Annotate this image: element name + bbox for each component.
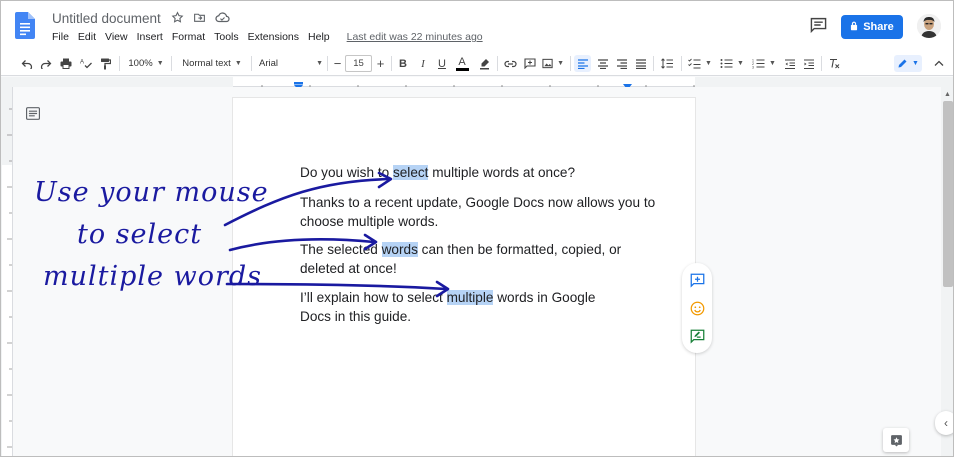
avatar[interactable] xyxy=(917,14,941,38)
menu-insert[interactable]: Insert xyxy=(137,31,168,43)
paragraph-text: The selected xyxy=(300,242,382,257)
numbered-list-icon[interactable]: 1 2 3 ▼ xyxy=(751,55,777,72)
line-spacing-icon[interactable] xyxy=(659,55,675,72)
selected-word[interactable]: multiple xyxy=(446,290,494,305)
svg-text:A: A xyxy=(80,60,84,66)
chevron-down-icon: ▼ xyxy=(737,60,744,67)
document-title[interactable]: Untitled document xyxy=(52,11,161,26)
paragraph-text: I’ll explain how to select xyxy=(300,290,447,305)
link-icon[interactable] xyxy=(503,55,517,72)
spellcheck-icon[interactable]: A xyxy=(79,55,93,72)
vertical-scrollbar[interactable]: ▲ xyxy=(941,87,953,456)
show-side-panel-button[interactable]: ‹ xyxy=(935,411,953,435)
last-edit-link[interactable]: Last edit was 22 minutes ago xyxy=(347,31,483,43)
header: Untitled document File Edit View Insert … xyxy=(1,1,953,51)
docs-logo-icon[interactable] xyxy=(15,12,35,39)
menu-file[interactable]: File xyxy=(52,31,74,43)
menu-bar: File Edit View Insert Format Tools Exten… xyxy=(52,31,483,43)
menu-view[interactable]: View xyxy=(105,31,133,43)
chevron-left-icon: ‹ xyxy=(944,416,948,430)
svg-text:3: 3 xyxy=(752,66,754,70)
chevron-down-icon: ▼ xyxy=(557,60,564,67)
underline-icon[interactable]: U xyxy=(436,55,448,72)
zoom-select[interactable]: 100% ▼ xyxy=(127,55,165,72)
italic-icon[interactable]: I xyxy=(417,55,429,72)
style-value: Normal text xyxy=(182,58,231,69)
style-select[interactable]: Normal text ▼ xyxy=(179,55,245,72)
star-icon[interactable] xyxy=(171,11,184,24)
font-size-input[interactable]: 15 xyxy=(345,55,372,72)
align-right-icon[interactable] xyxy=(615,55,629,72)
bold-icon[interactable]: B xyxy=(397,55,409,72)
chevron-down-icon: ▼ xyxy=(156,60,164,67)
scroll-thumb[interactable] xyxy=(943,101,953,287)
share-button[interactable]: Share xyxy=(841,15,903,39)
paragraph-3[interactable]: The selected words can then be formatted… xyxy=(300,240,660,278)
increase-indent-icon[interactable] xyxy=(802,55,816,72)
lock-icon xyxy=(850,21,858,34)
justify-icon[interactable] xyxy=(634,55,648,72)
clear-formatting-icon[interactable] xyxy=(827,55,841,72)
bulleted-list-icon[interactable]: ▼ xyxy=(719,55,745,72)
checklist-icon[interactable]: ▼ xyxy=(687,55,713,72)
selected-word[interactable]: select xyxy=(392,165,429,180)
font-select[interactable]: Arial ▼ xyxy=(259,55,323,72)
undo-icon[interactable] xyxy=(20,55,34,72)
menu-format[interactable]: Format xyxy=(172,31,210,43)
document-outline-icon[interactable] xyxy=(26,107,40,120)
app-window: Untitled document File Edit View Insert … xyxy=(0,0,954,457)
menu-help[interactable]: Help xyxy=(308,31,335,43)
vertical-ruler[interactable] xyxy=(1,87,13,456)
paint-format-icon[interactable] xyxy=(98,55,112,72)
move-folder-icon[interactable] xyxy=(193,11,206,24)
emoji-reaction-icon[interactable] xyxy=(690,301,705,316)
decrease-indent-icon[interactable] xyxy=(783,55,797,72)
share-label: Share xyxy=(863,21,894,33)
redo-icon[interactable] xyxy=(39,55,53,72)
chevron-down-icon: ▼ xyxy=(316,60,323,67)
floating-actions xyxy=(682,263,712,353)
suggest-edits-icon[interactable] xyxy=(690,329,705,344)
paragraph-2[interactable]: Thanks to a recent update, Google Docs n… xyxy=(300,193,660,231)
toolbar: A 100% ▼ Normal text ▼ Arial ▼ − 15 + B I U… xyxy=(1,51,953,76)
add-comment-icon[interactable] xyxy=(690,273,705,288)
selected-word[interactable]: words xyxy=(381,242,418,257)
annotation-line-2: to select xyxy=(77,219,203,250)
align-center-icon[interactable] xyxy=(596,55,610,72)
explore-button[interactable] xyxy=(883,428,909,452)
explore-icon xyxy=(890,434,902,446)
menu-edit[interactable]: Edit xyxy=(78,31,101,43)
paragraph-1[interactable]: Do you wish to select multiple words at … xyxy=(300,163,660,182)
zoom-value: 100% xyxy=(128,58,153,69)
comment-history-icon[interactable] xyxy=(810,17,827,34)
print-icon[interactable] xyxy=(59,55,73,72)
increase-font-size-button[interactable]: + xyxy=(375,55,386,72)
chevron-down-icon: ▼ xyxy=(705,60,712,67)
scroll-up-icon[interactable]: ▲ xyxy=(944,91,951,98)
paragraph-4[interactable]: I’ll explain how to select multiple word… xyxy=(300,288,630,326)
cloud-status-icon[interactable] xyxy=(215,11,230,24)
annotation-line-1: Use your mouse xyxy=(34,177,269,208)
paragraph-text: multiple words at once? xyxy=(428,165,576,180)
insert-comment-icon[interactable] xyxy=(523,55,537,72)
chevron-down-icon: ▼ xyxy=(769,60,776,67)
collapse-toolbar-icon[interactable] xyxy=(933,55,945,72)
align-left-icon[interactable] xyxy=(574,55,591,72)
menu-tools[interactable]: Tools xyxy=(214,31,244,43)
text-color-icon[interactable]: A xyxy=(455,55,469,72)
menu-extensions[interactable]: Extensions xyxy=(248,31,304,43)
editing-mode-select[interactable]: ▼ xyxy=(894,55,922,72)
insert-image-icon[interactable]: ▼ xyxy=(542,55,564,72)
paragraph-text: Do you wish to xyxy=(300,165,393,180)
decrease-font-size-button[interactable]: − xyxy=(332,55,343,72)
chevron-down-icon: ▼ xyxy=(912,60,919,67)
highlight-color-icon[interactable] xyxy=(477,55,491,72)
paragraph-text: Thanks to a recent update, Google Docs n… xyxy=(300,195,656,229)
font-value: Arial xyxy=(259,58,279,69)
annotation-line-3: multiple words xyxy=(43,261,263,292)
chevron-down-icon: ▼ xyxy=(234,60,242,67)
